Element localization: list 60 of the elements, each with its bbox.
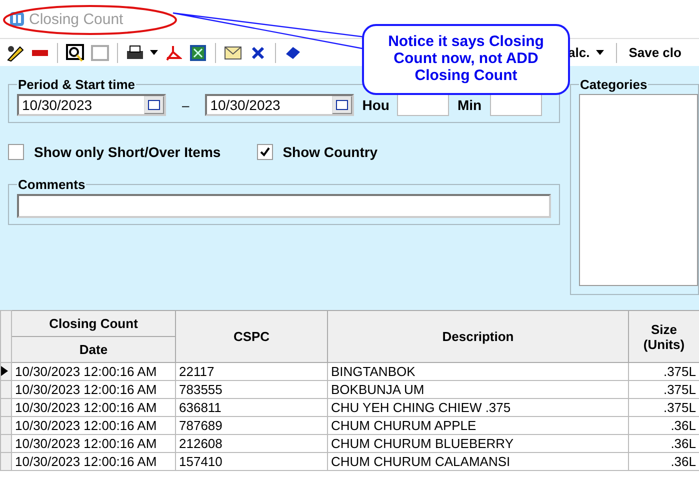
range-dash: – [181, 98, 190, 112]
window-title: Closing Count [29, 10, 124, 28]
checkbox-label: Show only Short/Over Items [34, 144, 221, 160]
table-cell: CHUM CHURUM APPLE [328, 416, 628, 434]
window-icon [91, 44, 109, 60]
table-cell: 10/30/2023 12:00:16 AM [12, 362, 176, 380]
table-cell: 783555 [176, 380, 328, 398]
minus-icon [32, 50, 48, 56]
group-label: Categories [579, 77, 648, 92]
row-selector[interactable] [0, 362, 12, 380]
checkbox[interactable] [256, 144, 273, 160]
table-cell: 636811 [176, 398, 328, 416]
calendar-icon [148, 100, 160, 110]
table-cell: 10/30/2023 12:00:16 AM [12, 434, 176, 452]
spreadsheet-icon [190, 44, 206, 60]
row-pointer-icon [1, 366, 9, 376]
table-cell: 10/30/2023 12:00:16 AM [12, 416, 176, 434]
table-cell: 10/30/2023 12:00:16 AM [12, 380, 176, 398]
table-cell: BINGTANBOK [328, 362, 628, 380]
minute-label: Min [457, 97, 482, 113]
table-cell: 212608 [176, 434, 328, 452]
hour-field[interactable] [397, 94, 450, 116]
table-cell: CHU YEH CHING CHIEW .375 [328, 398, 628, 416]
column-header: Closing Count [12, 310, 176, 336]
date-field[interactable]: 10/30/2023 [17, 94, 166, 116]
calendar-button[interactable] [332, 96, 352, 114]
envelope-icon [224, 46, 242, 60]
magnifier-icon [66, 44, 84, 62]
caret-icon [150, 50, 158, 55]
column-header[interactable]: Size (Units) [628, 310, 699, 362]
table-cell: 10/30/2023 12:00:16 AM [12, 398, 176, 416]
toolbar-button[interactable] [64, 42, 86, 64]
table-cell: 22117 [176, 362, 328, 380]
close-icon [251, 46, 265, 60]
table-cell: 787689 [176, 416, 328, 434]
caret-icon [596, 50, 604, 55]
table-cell: BOKBUNJA UM [328, 380, 628, 398]
hour-label: Hou [362, 97, 390, 113]
comments-field[interactable] [17, 194, 551, 218]
annotation-tooltip: Notice it says Closing Count now, not ADD Closing Count [362, 24, 570, 95]
column-header[interactable]: Description [328, 310, 628, 362]
table-cell: 10/30/2023 12:00:16 AM [12, 452, 176, 470]
group-label: Comments [17, 177, 86, 192]
calendar-icon [336, 100, 348, 110]
checkbox-label: Show Country [282, 144, 378, 160]
date-field[interactable]: 10/30/2023 [205, 94, 354, 116]
pencil-icon [6, 44, 24, 62]
printer-icon [126, 44, 144, 60]
toolbar-button[interactable]: Save clo [622, 45, 688, 60]
table-cell: 157410 [176, 452, 328, 470]
table-cell: CHUM CHURUM BLUEBERRY [328, 434, 628, 452]
calendar-button[interactable] [144, 96, 164, 114]
table-cell: CHUM CHURUM CALAMANSI [328, 452, 628, 470]
minute-field[interactable] [490, 94, 542, 116]
categories-list[interactable] [579, 94, 698, 286]
column-header[interactable]: Date [12, 336, 176, 362]
checkbox[interactable] [8, 144, 24, 160]
header-corner [0, 310, 12, 362]
column-header[interactable]: CSPC [176, 310, 328, 362]
group-label: Period & Start time [17, 77, 136, 92]
